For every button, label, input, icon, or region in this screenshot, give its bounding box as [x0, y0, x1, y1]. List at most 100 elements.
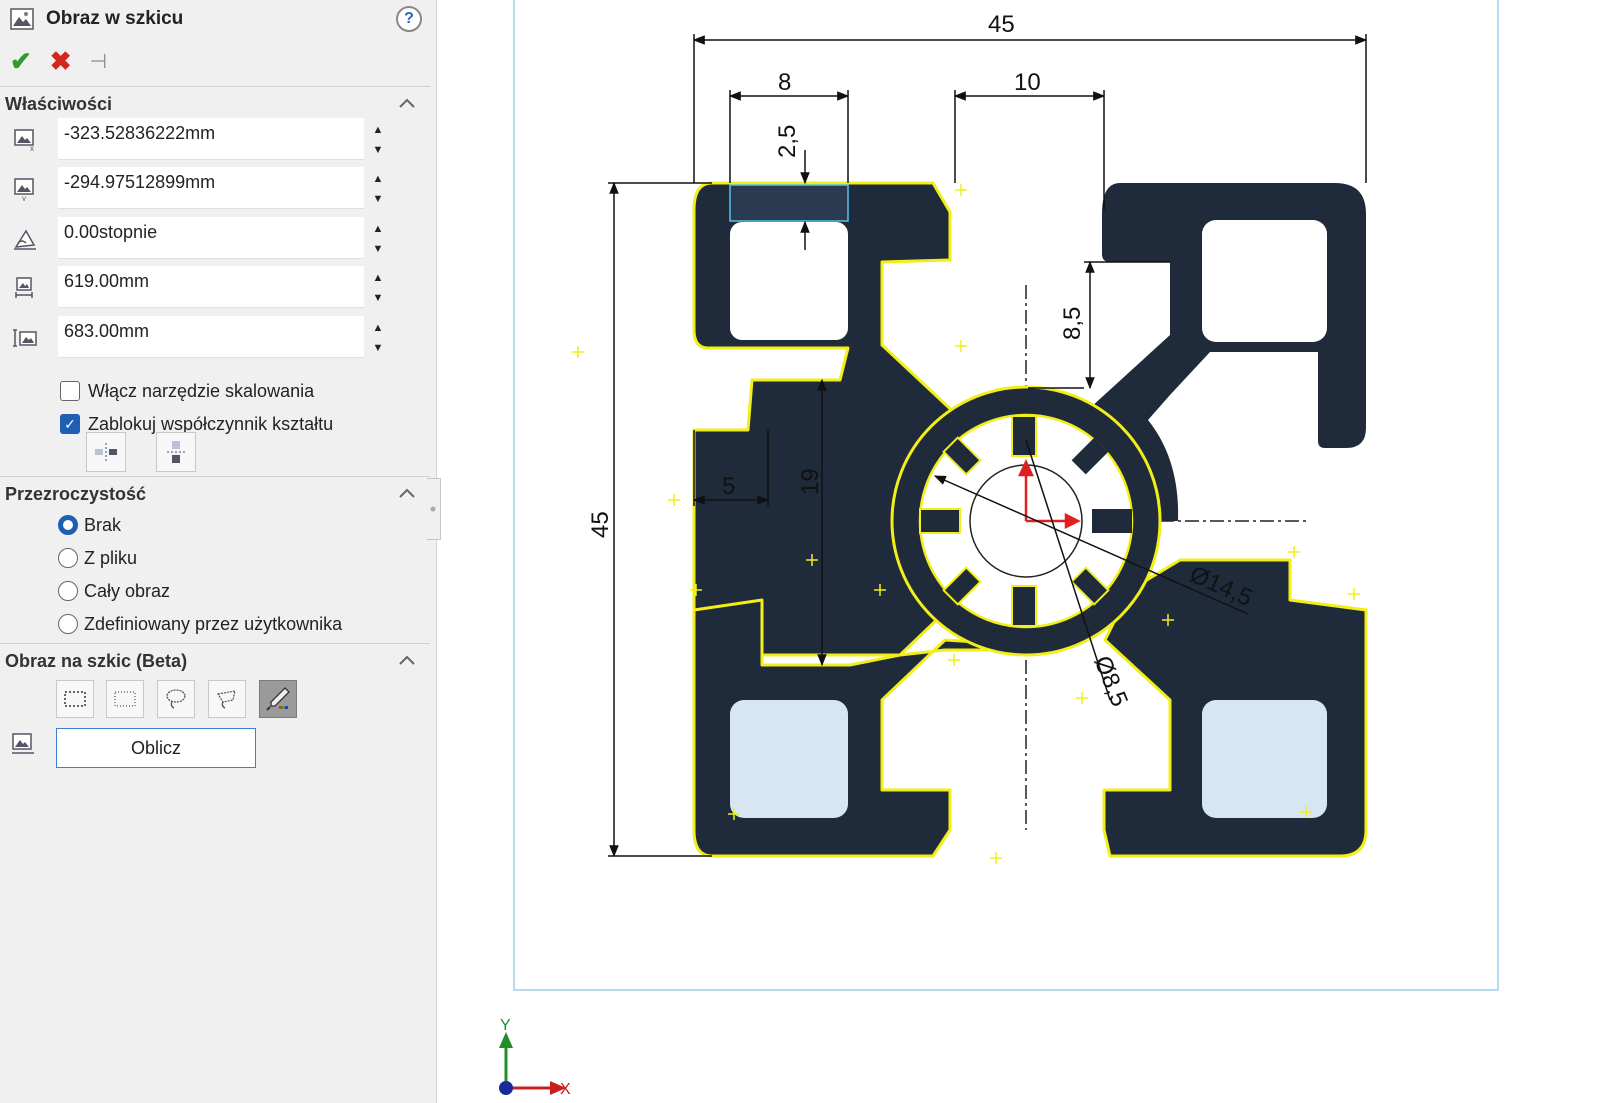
chevron-up-icon[interactable]: [397, 483, 417, 503]
spin-up-icon[interactable]: ▲: [366, 120, 390, 140]
height-icon: [13, 329, 37, 347]
axis-triad: Y X: [499, 1017, 571, 1098]
image-to-sketch-icon: [12, 733, 34, 754]
poly-lasso-button[interactable]: [208, 680, 246, 718]
section-transparency[interactable]: Przezroczystość: [5, 481, 425, 507]
section-image-to-sketch-title: Obraz na szkic (Beta): [5, 650, 188, 671]
x-position-spinner[interactable]: ▲ ▼: [366, 120, 390, 160]
top-slot-highlight: [729, 184, 849, 222]
y-position-input[interactable]: -294.97512899mm: [58, 167, 364, 209]
divider: [0, 476, 430, 477]
box-select-icon: [64, 691, 86, 707]
spin-up-icon[interactable]: ▲: [366, 268, 390, 288]
rect-select-icon: [114, 691, 136, 707]
radio-whole-image[interactable]: Cały obraz: [58, 578, 170, 604]
checkbox-checked-icon[interactable]: ✓: [60, 414, 80, 434]
box-select-button[interactable]: [56, 680, 94, 718]
color-picker-icon: [266, 687, 290, 711]
sketch-picture-icon: [10, 8, 34, 30]
chevron-up-icon[interactable]: [397, 650, 417, 670]
spin-down-icon[interactable]: ▼: [366, 239, 390, 259]
width-input[interactable]: 619.00mm: [58, 266, 364, 308]
dim-2-5[interactable]: 2,5: [774, 125, 801, 158]
ok-check-icon[interactable]: ✔: [10, 46, 32, 77]
radio-icon[interactable]: [58, 614, 78, 634]
checkbox-box[interactable]: [60, 381, 80, 401]
help-icon[interactable]: ?: [396, 6, 422, 32]
axis-y-label: Y: [500, 1017, 511, 1034]
angle-row: 0.00stopnie ▲ ▼: [10, 217, 400, 261]
rect-select-button[interactable]: [106, 680, 144, 718]
enable-scale-tool-label: Włącz narzędzie skalowania: [88, 380, 315, 401]
height-row: 683.00mm ▲ ▼: [10, 316, 400, 360]
enable-scale-tool-checkbox[interactable]: Włącz narzędzie skalowania: [60, 378, 314, 404]
pocket-top-right: [1202, 220, 1327, 342]
pocket-top-left: [730, 222, 848, 340]
section-properties[interactable]: Właściwości: [5, 91, 425, 117]
radio-icon[interactable]: [58, 581, 78, 601]
spin-up-icon[interactable]: ▲: [366, 169, 390, 189]
svg-text:y: y: [22, 194, 26, 201]
spin-up-icon[interactable]: ▲: [366, 318, 390, 338]
dim-8[interactable]: 8: [778, 69, 791, 96]
dim-10[interactable]: 10: [1014, 69, 1041, 96]
divider: [0, 643, 430, 644]
spin-down-icon[interactable]: ▼: [366, 338, 390, 358]
spin-down-icon[interactable]: ▼: [366, 140, 390, 160]
axis-x-label: X: [560, 1081, 571, 1098]
y-position-row: y -294.97512899mm ▲ ▼: [10, 167, 400, 211]
color-picker-button[interactable]: [259, 680, 297, 718]
width-spinner[interactable]: ▲ ▼: [366, 268, 390, 308]
calculate-button[interactable]: Oblicz: [56, 728, 256, 768]
flip-horizontal-button[interactable]: [86, 432, 126, 472]
dim-5[interactable]: 5: [722, 473, 735, 500]
divider: [0, 86, 430, 87]
radio-none-label: Brak: [84, 514, 122, 535]
spin-down-icon[interactable]: ▼: [366, 189, 390, 209]
svg-text:x: x: [30, 144, 34, 152]
y-position-icon: y: [14, 178, 34, 201]
spin-up-icon[interactable]: ▲: [366, 219, 390, 239]
y-position-spinner[interactable]: ▲ ▼: [366, 169, 390, 209]
pocket-bottom-right: [1202, 700, 1327, 818]
action-row: ✔ ✖ ⊣: [10, 46, 107, 76]
poly-lasso-icon: [217, 690, 236, 709]
radio-none[interactable]: Brak: [58, 512, 121, 538]
angle-input[interactable]: 0.00stopnie: [58, 217, 364, 259]
title-row: Obraz w szkicu ?: [10, 4, 426, 34]
flip-vertical-button[interactable]: [156, 432, 196, 472]
page-title: Obraz w szkicu: [46, 8, 184, 29]
lasso-button[interactable]: [157, 680, 195, 718]
dim-8-5[interactable]: 8,5: [1059, 307, 1086, 340]
angle-icon: [14, 229, 36, 250]
x-position-row: x -323.52836222mm ▲ ▼: [10, 118, 400, 162]
cancel-x-icon[interactable]: ✖: [50, 46, 72, 77]
flip-vertical-icon: [167, 441, 185, 463]
height-spinner[interactable]: ▲ ▼: [366, 318, 390, 358]
width-icon: [15, 277, 33, 298]
property-manager: Obraz w szkicu ? ✔ ✖ ⊣ Właściwości x -32…: [0, 0, 437, 1103]
section-image-to-sketch[interactable]: Obraz na szkic (Beta): [5, 648, 425, 674]
graphics-area[interactable]: 45 8 10 2,5 8,5 45 5 19 Ø14,5 Ø8,5 Y X: [437, 0, 1600, 1103]
radio-selected-icon[interactable]: [58, 515, 78, 535]
radio-user-defined-label: Zdefiniowany przez użytkownika: [84, 613, 343, 634]
angle-spinner[interactable]: ▲ ▼: [366, 219, 390, 259]
radio-user-defined[interactable]: Zdefiniowany przez użytkownika: [58, 611, 342, 637]
x-position-input[interactable]: -323.52836222mm: [58, 118, 364, 160]
section-transparency-title: Przezroczystość: [5, 483, 147, 504]
radio-from-file[interactable]: Z pliku: [58, 545, 137, 571]
radio-whole-image-label: Cały obraz: [84, 580, 171, 601]
chevron-up-icon[interactable]: [397, 93, 417, 113]
pin-icon[interactable]: ⊣: [90, 49, 107, 74]
dim-45-left[interactable]: 45: [587, 511, 614, 538]
x-position-icon: x: [14, 129, 34, 152]
dim-19[interactable]: 19: [797, 468, 824, 495]
lasso-icon: [166, 689, 186, 709]
spin-down-icon[interactable]: ▼: [366, 288, 390, 308]
radio-icon[interactable]: [58, 548, 78, 568]
height-input[interactable]: 683.00mm: [58, 316, 364, 358]
width-row: 619.00mm ▲ ▼: [10, 266, 400, 310]
radio-from-file-label: Z pliku: [84, 547, 138, 568]
flip-horizontal-icon: [95, 443, 117, 461]
dim-45-top[interactable]: 45: [988, 11, 1015, 38]
